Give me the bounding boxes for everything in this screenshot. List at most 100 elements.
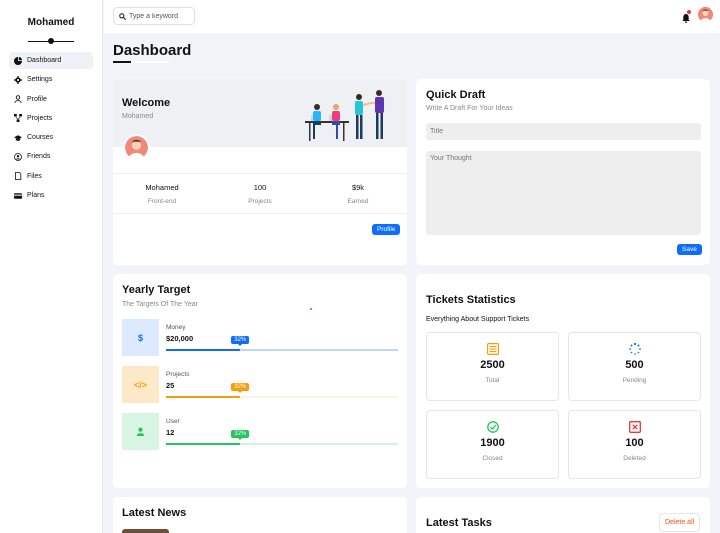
news-thumbnail[interactable] <box>122 529 169 533</box>
welcome-title: Welcome <box>122 97 171 109</box>
list-icon <box>486 342 499 356</box>
latest-news-card: Latest News <box>113 497 407 533</box>
profile-button[interactable]: Profile <box>372 224 401 235</box>
sidebar-item-courses[interactable]: Courses <box>9 129 93 146</box>
gear-icon <box>14 75 22 84</box>
target-label: Money <box>166 324 186 331</box>
target-value: 25 <box>166 381 175 390</box>
sidebar-item-files[interactable]: Files <box>9 168 93 185</box>
sidebar-item-label: Settings <box>27 76 53 84</box>
stat-label: Front-end <box>147 198 177 205</box>
ticket-deleted: 100 Deleted <box>568 410 701 479</box>
tickets-title: Tickets Statistics <box>426 294 516 306</box>
sidebar-item-label: Files <box>27 172 42 180</box>
diagram-icon <box>14 114 22 123</box>
sidebar-item-label: Projects <box>27 114 53 122</box>
stat-value: $9k <box>351 183 365 192</box>
sidebar-item-profile[interactable]: Profile <box>9 91 93 108</box>
avatar-icon <box>125 136 148 159</box>
close-box-icon <box>628 420 641 433</box>
save-button[interactable]: Save <box>677 244 702 255</box>
ticket-value: 100 <box>625 437 644 449</box>
ticket-total: 2500 Total <box>426 332 559 401</box>
progress-fill <box>166 396 241 398</box>
tickets-card: Tickets Statistics Everything About Supp… <box>416 274 710 488</box>
topbar <box>104 0 720 33</box>
welcome-avatar <box>123 134 150 161</box>
target-row-user: User 12 32% <box>122 413 399 450</box>
red-dot <box>310 308 312 310</box>
stat-label: Earned <box>347 198 369 205</box>
avatar-icon[interactable] <box>698 7 713 22</box>
stat-value: 100 <box>253 183 267 192</box>
ticket-value: 500 <box>625 359 644 371</box>
sidebar-nav: Dashboard Settings Profile Projects Cour… <box>0 52 102 204</box>
file-icon <box>14 172 22 181</box>
draft-subtitle: Write A Draft For Your Ideas <box>426 105 513 112</box>
search-box <box>113 7 195 25</box>
ticket-value: 1900 <box>480 437 505 449</box>
sidebar-item-plans[interactable]: Plans <box>9 187 93 204</box>
latest-tasks-card: Latest Tasks Delete all <box>416 497 710 533</box>
sidebar-item-label: Plans <box>27 192 45 200</box>
brand-divider <box>28 38 74 44</box>
tickets-subtitle: Everything About Support Tickets <box>426 316 530 323</box>
sidebar-item-label: Dashboard <box>27 57 62 64</box>
draft-title-input[interactable] <box>426 123 701 140</box>
dollar-icon: $ <box>122 319 159 356</box>
sidebar-item-projects[interactable]: Projects <box>9 110 93 127</box>
progress-badge: 32% <box>231 336 250 346</box>
sidebar-item-label: Friends <box>27 153 51 161</box>
user-circle-icon <box>14 153 22 161</box>
welcome-header: Welcome Mohamed <box>113 79 407 147</box>
dashboard-icon <box>14 56 22 65</box>
delete-all-button[interactable]: Delete all <box>659 513 701 532</box>
sidebar-item-settings[interactable]: Settings <box>9 71 93 88</box>
draft-thought-textarea[interactable] <box>426 151 701 235</box>
quick-draft-card: Quick Draft Write A Draft For Your Ideas… <box>416 79 710 265</box>
ticket-closed: 1900 Closed <box>426 410 559 479</box>
stat-earned: $9k Earned <box>309 174 407 213</box>
progress-fill <box>166 443 241 445</box>
title-underline <box>113 61 169 63</box>
progress-track <box>166 349 398 351</box>
code-icon: </> <box>122 366 159 403</box>
sidebar-item-dashboard[interactable]: Dashboard <box>9 52 93 69</box>
target-row-projects: </> Projects 25 32% <box>122 366 399 403</box>
check-circle-icon <box>486 420 499 433</box>
target-label: User <box>166 418 180 425</box>
sidebar-item-label: Profile <box>27 95 47 103</box>
search-input[interactable] <box>129 12 189 20</box>
progress-fill <box>166 349 241 351</box>
progress-badge: 32% <box>231 430 250 440</box>
target-title: Yearly Target <box>122 284 191 296</box>
welcome-stats: Mohamed Front-end 100 Projects $9k Earne… <box>113 173 407 214</box>
news-title: Latest News <box>122 507 187 519</box>
spinner-icon <box>628 342 641 355</box>
target-subtitle: The Targets Of The Year <box>122 301 199 308</box>
target-label: Projects <box>166 371 190 378</box>
notification-button[interactable] <box>681 10 691 23</box>
credit-card-icon <box>14 192 22 200</box>
progress-track <box>166 396 398 398</box>
team-illustration <box>305 90 384 141</box>
notification-dot <box>687 10 691 14</box>
user-icon <box>122 413 159 450</box>
draft-title: Quick Draft <box>426 89 486 101</box>
ticket-label: Deleted <box>623 455 646 462</box>
page-title: Dashboard <box>113 42 192 59</box>
stat-name: Mohamed Front-end <box>113 174 211 213</box>
ticket-label: Closed <box>482 455 503 462</box>
stat-value: Mohamed <box>145 183 179 192</box>
welcome-card: Welcome Mohamed Mohamed Front-end 100 Pr… <box>113 79 407 265</box>
tasks-title: Latest Tasks <box>426 517 492 529</box>
ticket-label: Pending <box>622 377 647 384</box>
search-icon <box>119 12 126 20</box>
brand-name: Mohamed <box>27 17 75 28</box>
yearly-target-card: Yearly Target The Targets Of The Year $ … <box>113 274 407 488</box>
user-icon <box>14 95 22 104</box>
stat-projects: 100 Projects <box>211 174 309 213</box>
graduation-cap-icon <box>14 134 22 142</box>
sidebar-item-friends[interactable]: Friends <box>9 148 93 165</box>
progress-badge: 32% <box>231 383 250 393</box>
